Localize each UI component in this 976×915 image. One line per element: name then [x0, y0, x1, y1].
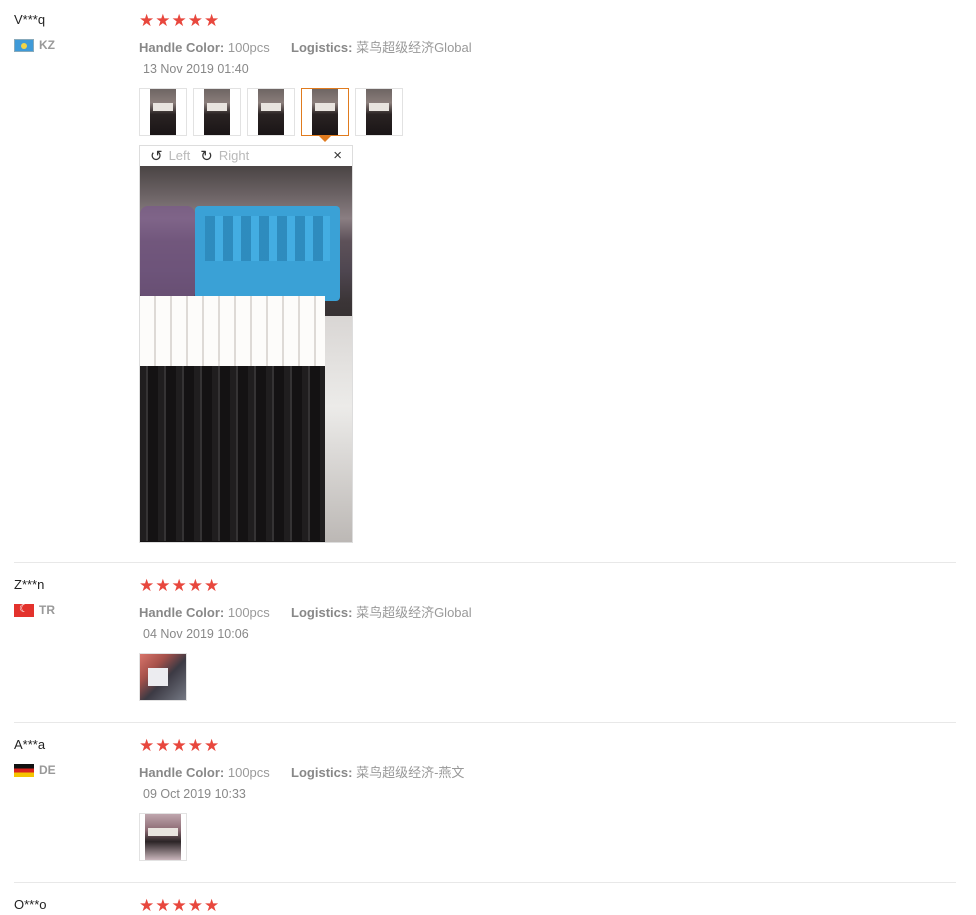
review-date: 13 Nov 2019 01:40 — [143, 62, 249, 76]
enlarged-review-photo — [140, 166, 352, 542]
review-thumbnails — [139, 653, 187, 701]
image-viewer-toolbar: ↺ Left ↻ Right × — [140, 146, 352, 165]
logistics-label: Logistics: — [291, 605, 353, 620]
reviewer-name: Z***n — [14, 577, 45, 592]
star-rating: ★★★★★ — [139, 736, 221, 755]
logistics-value: 菜鸟超级经济Global — [356, 605, 472, 620]
review-thumbnail[interactable] — [355, 88, 403, 136]
country-code: TR — [39, 603, 55, 617]
divider — [14, 882, 956, 883]
review-thumbnail[interactable] — [193, 88, 241, 136]
reviewer-country: KZ — [14, 38, 55, 52]
logistics-value: 菜鸟超级经济Global — [356, 40, 472, 55]
handle-color-value: 100pcs — [227, 40, 270, 55]
reviewer-name: O***o — [14, 897, 47, 912]
image-viewer: ↺ Left ↻ Right × — [139, 145, 353, 543]
handle-color-value: 100pcs — [227, 765, 270, 780]
review-attributes: Handle Color: 100pcs Logistics: 菜鸟超级经济Gl… — [139, 602, 472, 621]
reviewer-country: TR — [14, 603, 55, 617]
country-code: DE — [39, 763, 56, 777]
handle-color-label: Handle Color: — [139, 605, 225, 620]
review-attributes: Handle Color: 100pcs Logistics: 菜鸟超级经济-燕… — [139, 762, 464, 781]
star-rating: ★★★★★ — [139, 896, 221, 915]
flag-tr-icon — [14, 603, 34, 617]
rotate-left-button[interactable]: ↺ Left — [150, 147, 190, 165]
flag-kz-icon — [14, 38, 34, 52]
rotate-right-label: Right — [218, 148, 250, 163]
close-icon[interactable]: × — [333, 147, 342, 164]
review-date: 09 Oct 2019 10:33 — [143, 787, 246, 801]
review-thumbnails — [139, 813, 187, 861]
handle-color-value: 100pcs — [227, 605, 270, 620]
flag-de-icon — [14, 763, 34, 777]
review-thumbnail-active[interactable] — [301, 88, 349, 142]
star-rating: ★★★★★ — [139, 576, 221, 595]
rotate-right-button[interactable]: ↻ Right — [200, 147, 249, 165]
logistics-label: Logistics: — [291, 40, 353, 55]
review-thumbnail[interactable] — [139, 653, 187, 701]
rotate-left-label: Left — [168, 148, 191, 163]
star-rating: ★★★★★ — [139, 11, 221, 30]
logistics-value: 菜鸟超级经济-燕文 — [356, 765, 465, 780]
divider — [14, 562, 956, 563]
review-thumbnail[interactable] — [139, 813, 187, 861]
reviewer-country: DE — [14, 763, 56, 777]
divider — [14, 722, 956, 723]
review-thumbnail[interactable] — [139, 88, 187, 136]
review-thumbnail[interactable] — [247, 88, 295, 136]
reviewer-name: A***a — [14, 737, 46, 752]
rotate-right-icon: ↻ — [200, 147, 213, 165]
handle-color-label: Handle Color: — [139, 765, 225, 780]
rotate-left-icon: ↺ — [150, 147, 163, 165]
review-thumbnails — [139, 88, 403, 142]
country-code: KZ — [39, 38, 55, 52]
handle-color-label: Handle Color: — [139, 40, 225, 55]
reviewer-name: V***q — [14, 12, 46, 27]
logistics-label: Logistics: — [291, 765, 353, 780]
review-date: 04 Nov 2019 10:06 — [143, 627, 249, 641]
review-attributes: Handle Color: 100pcs Logistics: 菜鸟超级经济Gl… — [139, 37, 472, 56]
